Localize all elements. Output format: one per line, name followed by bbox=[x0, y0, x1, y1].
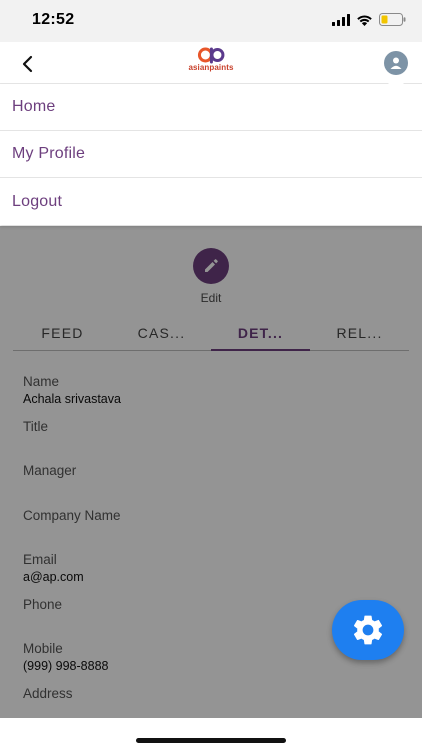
settings-fab-button[interactable] bbox=[332, 600, 404, 660]
menu-item-my-profile[interactable]: My Profile bbox=[0, 131, 422, 178]
menu-item-home[interactable]: Home bbox=[0, 84, 422, 131]
menu-item-logout[interactable]: Logout bbox=[0, 178, 422, 225]
status-icons bbox=[332, 13, 406, 26]
back-button[interactable] bbox=[14, 51, 40, 77]
battery-icon bbox=[379, 13, 406, 26]
status-bar: 12:52 bbox=[0, 0, 422, 42]
cellular-signal-icon bbox=[332, 13, 350, 26]
logo-wordmark: asianpaints bbox=[188, 63, 234, 72]
home-indicator-area bbox=[0, 718, 422, 750]
status-time: 12:52 bbox=[32, 11, 75, 28]
wifi-icon bbox=[357, 14, 372, 26]
asianpaints-logo: asianpaints bbox=[188, 46, 233, 72]
asianpaints-logo-mark bbox=[197, 47, 224, 64]
user-icon bbox=[390, 57, 402, 69]
profile-button[interactable] bbox=[384, 51, 408, 75]
chevron-left-icon bbox=[22, 55, 33, 73]
home-indicator[interactable] bbox=[136, 738, 286, 743]
nav-bar: asianpaints bbox=[0, 42, 422, 84]
menu-caret bbox=[388, 76, 404, 84]
gear-icon bbox=[353, 615, 383, 645]
profile-dropdown-menu: Home My Profile Logout bbox=[0, 76, 422, 225]
